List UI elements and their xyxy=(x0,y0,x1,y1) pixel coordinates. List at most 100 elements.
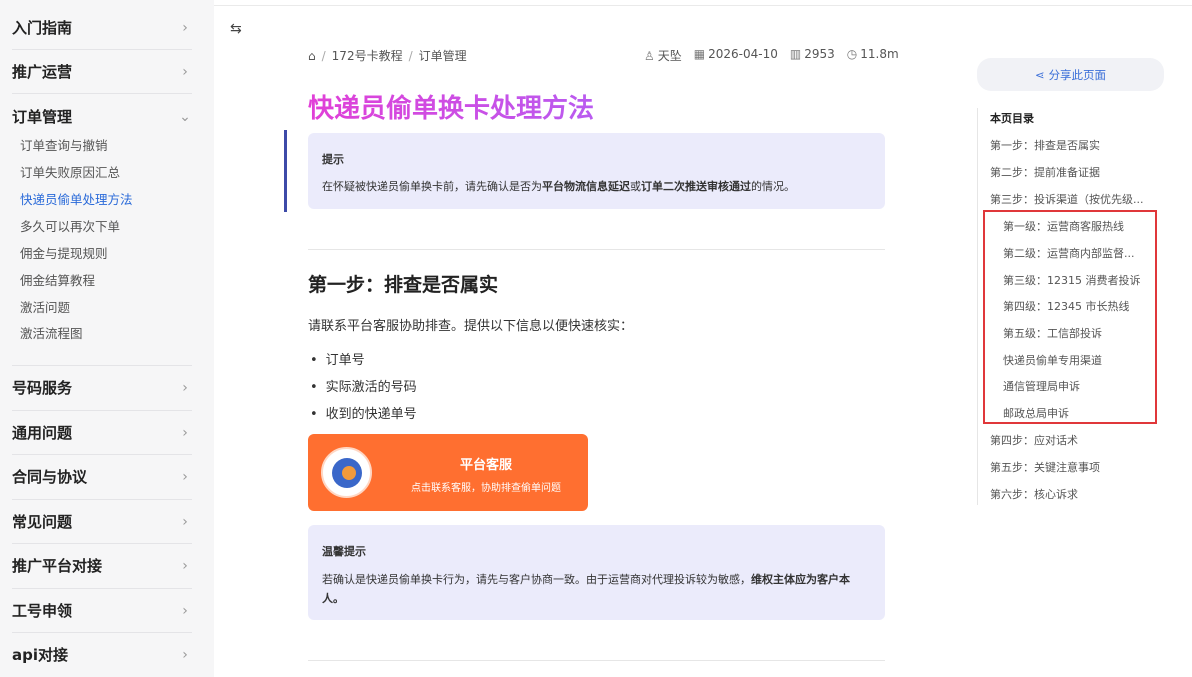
sidebar-section-label: 通用问题 xyxy=(12,424,73,442)
breadcrumb-item[interactable]: 订单管理 xyxy=(419,47,467,64)
tip-callout: 提示 在怀疑被快递员偷单换卡前，请先确认是否为平台物流信息延迟或订单二次推送审核… xyxy=(308,133,885,209)
tip-text: 在怀疑被快递员偷单换卡前，请先确认是否为平台物流信息延迟或订单二次推送审核通过的… xyxy=(322,178,871,194)
page-meta: ♙ 天坠 ▦ 2026-04-10 ▥ 2953 ◷ 11.8m xyxy=(644,47,899,64)
divider xyxy=(308,660,885,661)
divider xyxy=(12,499,192,500)
toc-item[interactable]: 第一步：排查是否属实 xyxy=(990,137,1100,153)
sidebar: 入门指南 › 推广运营 › 订单管理 ⌄ 订单查询与撤销 订单失败原因汇总 快递… xyxy=(0,0,214,677)
home-icon[interactable]: ⌂ xyxy=(308,49,316,63)
divider xyxy=(12,543,192,544)
sidebar-section-label: 入门指南 xyxy=(12,19,73,37)
chevron-right-icon: › xyxy=(182,646,188,663)
sidebar-item-courier-theft[interactable]: 快递员偷单处理方法 xyxy=(20,189,133,208)
toc-item[interactable]: 第五步：关键注意事项 xyxy=(990,459,1100,475)
divider xyxy=(12,49,192,50)
tip-text-part: 或 xyxy=(630,180,641,193)
breadcrumb-separator: / xyxy=(321,48,326,63)
sidebar-section-label: api对接 xyxy=(12,646,69,664)
sidebar-section-general[interactable]: 通用问题 › xyxy=(12,422,192,443)
toc-rail xyxy=(977,108,978,505)
divider xyxy=(12,632,192,633)
sidebar-section-contracts[interactable]: 合同与协议 › xyxy=(12,466,192,487)
top-border xyxy=(214,5,1192,6)
sidebar-section-api[interactable]: api对接 › xyxy=(12,644,192,665)
chevron-right-icon: › xyxy=(182,379,188,396)
date-value: 2026-04-10 xyxy=(708,47,778,61)
list-item: 实际激活的号码 xyxy=(310,376,417,395)
sidebar-toggle-icon[interactable]: ⇆ xyxy=(230,21,242,37)
scroll-indicator xyxy=(284,130,287,212)
toc-item[interactable]: 第四步：应对话术 xyxy=(990,432,1078,448)
clock-icon: ◷ xyxy=(846,47,858,61)
share-icon: ⋖ xyxy=(1034,67,1045,82)
toc-item[interactable]: 第三步：投诉渠道（按优先级... xyxy=(990,191,1144,207)
chevron-right-icon: › xyxy=(182,513,188,530)
sidebar-section-label: 常见问题 xyxy=(12,513,73,531)
platform-service-button[interactable]: 平台客服 点击联系客服，协助排查偷单问题 xyxy=(308,434,588,511)
service-card-title: 平台客服 xyxy=(459,458,512,473)
toc-title: 本页目录 xyxy=(990,112,1034,125)
chevron-right-icon: › xyxy=(182,424,188,441)
sidebar-section-platform-integration[interactable]: 推广平台对接 › xyxy=(12,555,192,576)
divider xyxy=(12,410,192,411)
sidebar-item-activation-flow[interactable]: 激活流程图 xyxy=(20,323,83,342)
toc-item[interactable]: 第六步：核心诉求 xyxy=(990,486,1078,502)
word-count-value: 2953 xyxy=(804,47,835,61)
sidebar-section-label: 号码服务 xyxy=(12,379,73,397)
tip-text-part: 在怀疑被快递员偷单换卡前，请先确认是否为 xyxy=(322,180,542,193)
sidebar-section-getting-started[interactable]: 入门指南 › xyxy=(12,17,192,38)
breadcrumb: ⌂ / 172号卡教程 / 订单管理 xyxy=(308,47,467,64)
sidebar-item-order-query[interactable]: 订单查询与撤销 xyxy=(20,135,108,154)
divider xyxy=(12,588,192,589)
tip-heading: 提示 xyxy=(322,153,344,166)
sidebar-section-faq[interactable]: 常见问题 › xyxy=(12,511,192,532)
list-item: 收到的快递单号 xyxy=(310,403,417,422)
warm-tip-text-part: 若确认是快递员偷单换卡行为，请先与客户协商一致。由于运营商对代理投诉较为敏感， xyxy=(322,573,751,586)
divider xyxy=(12,454,192,455)
sidebar-item-commission-rules[interactable]: 佣金与提现规则 xyxy=(20,243,108,262)
user-icon: ♙ xyxy=(644,49,655,63)
calendar-icon: ▦ xyxy=(693,47,706,61)
sidebar-section-number-service[interactable]: 号码服务 › xyxy=(12,377,192,398)
share-page-button[interactable]: ⋖ 分享此页面 xyxy=(977,58,1164,91)
author: ♙ 天坠 xyxy=(644,47,682,64)
tip-text-part: 的情况。 xyxy=(751,180,795,193)
divider xyxy=(12,365,192,366)
date: ▦ 2026-04-10 xyxy=(694,47,778,64)
chevron-right-icon: › xyxy=(182,63,188,80)
author-name: 天坠 xyxy=(657,49,682,63)
word-count: ▥ 2953 xyxy=(790,47,835,64)
sidebar-section-label: 工号申领 xyxy=(12,602,73,620)
sidebar-item-order-failure[interactable]: 订单失败原因汇总 xyxy=(20,162,120,181)
tip-emphasis: 平台物流信息延迟 xyxy=(542,180,630,193)
chevron-right-icon: › xyxy=(182,468,188,485)
sidebar-section-orders[interactable]: 订单管理 ⌄ xyxy=(12,106,192,127)
sidebar-section-label: 推广平台对接 xyxy=(12,557,103,575)
sidebar-section-staff-id[interactable]: 工号申领 › xyxy=(12,600,192,621)
service-logo-icon xyxy=(321,447,372,498)
warm-tip-text: 若确认是快递员偷单换卡行为，请先与客户协商一致。由于运营商对代理投诉较为敏感，维… xyxy=(322,570,871,608)
list-item: 订单号 xyxy=(310,349,365,368)
sidebar-item-reorder[interactable]: 多久可以再次下单 xyxy=(20,216,120,235)
sidebar-item-activation-issues[interactable]: 激活问题 xyxy=(20,297,70,316)
warm-tip-heading: 温馨提示 xyxy=(322,545,366,558)
divider xyxy=(12,93,192,94)
chevron-right-icon: › xyxy=(182,602,188,619)
book-icon: ▥ xyxy=(789,47,802,61)
toc-item[interactable]: 第二步：提前准备证据 xyxy=(990,164,1100,180)
chevron-down-icon: ⌄ xyxy=(179,108,191,125)
share-label: 分享此页面 xyxy=(1048,67,1107,82)
highlight-box xyxy=(983,210,1157,424)
sidebar-section-promotion[interactable]: 推广运营 › xyxy=(12,61,192,82)
sidebar-section-label: 订单管理 xyxy=(12,108,73,126)
tip-emphasis: 订单二次推送审核通过 xyxy=(641,180,751,193)
sidebar-item-commission-settlement[interactable]: 佣金结算教程 xyxy=(20,270,95,289)
sidebar-section-label: 合同与协议 xyxy=(12,468,88,486)
service-card-subtitle: 点击联系客服，协助排查偷单问题 xyxy=(411,483,561,494)
read-time: ◷ 11.8m xyxy=(847,47,899,64)
breadcrumb-item[interactable]: 172号卡教程 xyxy=(332,47,403,64)
read-time-value: 11.8m xyxy=(860,47,899,61)
warm-tip-callout: 温馨提示 若确认是快递员偷单换卡行为，请先与客户协商一致。由于运营商对代理投诉较… xyxy=(308,525,885,620)
sidebar-section-label: 推广运营 xyxy=(12,63,73,81)
divider xyxy=(308,249,885,250)
